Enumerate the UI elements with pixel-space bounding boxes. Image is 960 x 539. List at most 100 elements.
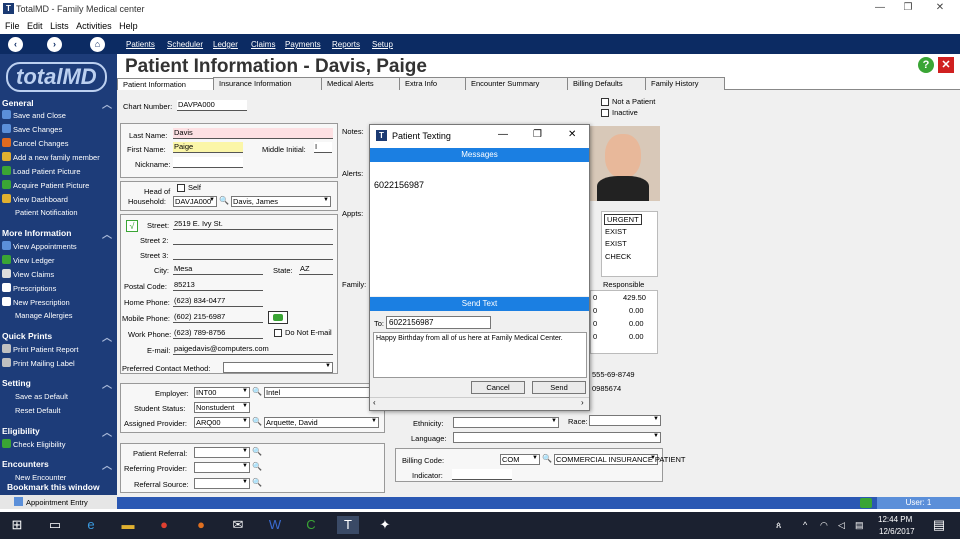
sidebar-new-prescription[interactable]: New Prescription bbox=[2, 297, 70, 307]
tray-chevron-icon[interactable]: ^ bbox=[803, 520, 807, 530]
edge-icon[interactable]: e bbox=[80, 516, 102, 534]
search-icon[interactable]: 🔍 bbox=[252, 447, 262, 456]
totalmd-taskbar-icon[interactable]: T bbox=[337, 516, 359, 534]
last-name-field[interactable]: Davis bbox=[173, 128, 333, 139]
dialog-minimize-button[interactable]: — bbox=[498, 129, 508, 140]
section-eligibility[interactable]: Eligibility ︿ bbox=[2, 426, 112, 439]
bookmark-window[interactable]: Bookmark this window bbox=[7, 482, 100, 492]
collapse-icon[interactable]: ︿ bbox=[102, 329, 112, 344]
preferred-contact-dropdown[interactable] bbox=[223, 362, 333, 373]
firefox-icon[interactable]: ● bbox=[190, 516, 212, 534]
windows-start-icon[interactable]: ⊞ bbox=[6, 516, 28, 534]
city-field[interactable]: Mesa bbox=[173, 264, 263, 275]
nav-setup[interactable]: Setup bbox=[372, 40, 393, 49]
employer-dropdown[interactable]: INT00 bbox=[194, 387, 250, 398]
sidebar-view-ledger[interactable]: View Ledger bbox=[2, 255, 55, 265]
menu-edit[interactable]: Edit bbox=[27, 21, 43, 31]
scroll-right-icon[interactable]: › bbox=[581, 398, 584, 407]
assigned-provider-dropdown[interactable]: ARQ00 bbox=[194, 417, 250, 428]
status-item[interactable]: CHECK bbox=[605, 252, 631, 261]
scroll-left-icon[interactable]: ‹ bbox=[373, 398, 376, 407]
messages-area[interactable]: 6022156987 bbox=[370, 162, 589, 296]
cancel-button[interactable]: Cancel bbox=[471, 381, 525, 394]
sidebar-print-label[interactable]: Print Mailing Label bbox=[2, 358, 75, 368]
middle-initial-field[interactable]: I bbox=[314, 142, 332, 153]
postal-code-field[interactable]: 85213 bbox=[173, 280, 263, 291]
restore-button[interactable]: ❐ bbox=[894, 2, 922, 16]
nav-scheduler[interactable]: Scheduler bbox=[167, 40, 203, 49]
close-form-icon[interactable]: ✕ bbox=[938, 57, 954, 73]
keyboard-icon[interactable]: ▤ bbox=[855, 520, 864, 531]
nav-payments[interactable]: Payments bbox=[285, 40, 321, 49]
menu-activities[interactable]: Activities bbox=[76, 21, 112, 31]
home-icon[interactable]: ⌂ bbox=[90, 37, 105, 52]
sidebar-view-appointments[interactable]: View Appointments bbox=[2, 241, 77, 251]
section-general[interactable]: General ︿ bbox=[2, 98, 112, 111]
status-item[interactable]: EXIST bbox=[605, 227, 627, 236]
not-patient-checkbox[interactable] bbox=[601, 98, 609, 106]
first-name-field[interactable]: Paige bbox=[173, 142, 243, 153]
mobile-phone-field[interactable]: (602) 215-6987 bbox=[173, 312, 263, 323]
state-field[interactable]: AZ bbox=[299, 264, 333, 275]
chrome-icon[interactable]: ● bbox=[153, 516, 175, 534]
tab-extra-info[interactable]: Extra Info bbox=[399, 77, 467, 90]
app-icon-extra[interactable]: ✦ bbox=[374, 516, 396, 534]
sidebar-new-encounter[interactable]: New Encounter bbox=[15, 473, 66, 482]
verify-check-icon[interactable]: √ bbox=[126, 220, 138, 232]
tab-encounter-summary[interactable]: Encounter Summary bbox=[465, 77, 569, 90]
street3-field[interactable] bbox=[173, 249, 333, 260]
section-setting[interactable]: Setting ︿ bbox=[2, 378, 112, 391]
send-button[interactable]: Send bbox=[532, 381, 586, 394]
section-quick-prints[interactable]: Quick Prints ︿ bbox=[2, 331, 112, 344]
no-email-checkbox[interactable] bbox=[274, 329, 282, 337]
sidebar-save-changes[interactable]: Save Changes bbox=[2, 124, 62, 134]
language-dropdown[interactable] bbox=[453, 432, 661, 443]
street2-field[interactable] bbox=[173, 234, 333, 245]
message-status-icon[interactable] bbox=[860, 498, 872, 508]
tab-patient-information[interactable]: Patient Information bbox=[117, 78, 215, 90]
sidebar-patient-notification[interactable]: Patient Notification bbox=[15, 208, 78, 217]
sidebar-check-eligibility[interactable]: Check Eligibility bbox=[2, 439, 66, 449]
network-icon[interactable]: ◠ bbox=[820, 520, 828, 531]
dialog-close-button[interactable]: ✕ bbox=[568, 129, 576, 140]
action-center-icon[interactable]: ▤ bbox=[928, 516, 950, 534]
street-field[interactable]: 2519 E. Ivy St. bbox=[173, 219, 333, 230]
status-list[interactable]: URGENT EXIST EXIST CHECK bbox=[601, 211, 658, 277]
sidebar-acquire-picture[interactable]: Acquire Patient Picture bbox=[2, 180, 89, 190]
dialog-restore-button[interactable]: ❐ bbox=[533, 129, 542, 140]
collapse-icon[interactable]: ︿ bbox=[102, 96, 112, 111]
email-field[interactable]: paigedavis@computers.com bbox=[173, 344, 333, 355]
collapse-icon[interactable]: ︿ bbox=[102, 424, 112, 439]
search-icon[interactable]: 🔍 bbox=[252, 387, 262, 396]
mail-icon[interactable]: ✉ bbox=[227, 516, 249, 534]
menu-file[interactable]: File bbox=[5, 21, 20, 31]
search-icon[interactable]: 🔍 bbox=[252, 478, 262, 487]
nav-patients[interactable]: Patients bbox=[126, 40, 155, 49]
word-icon[interactable]: W bbox=[264, 516, 286, 534]
volume-icon[interactable]: ◁ bbox=[838, 520, 845, 531]
ethnicity-dropdown[interactable] bbox=[453, 417, 559, 428]
referring-provider-dropdown[interactable] bbox=[194, 462, 250, 473]
self-checkbox[interactable] bbox=[177, 184, 185, 192]
tab-insurance-information[interactable]: Insurance Information bbox=[213, 77, 323, 90]
back-icon[interactable]: ‹ bbox=[8, 37, 23, 52]
nickname-field[interactable] bbox=[173, 157, 243, 168]
collapse-icon[interactable]: ︿ bbox=[102, 457, 112, 472]
minimize-button[interactable]: — bbox=[866, 2, 894, 16]
tab-billing-defaults[interactable]: Billing Defaults bbox=[567, 77, 651, 90]
sidebar-load-picture[interactable]: Load Patient Picture bbox=[2, 166, 81, 176]
tab-family-history[interactable]: Family History bbox=[645, 77, 725, 90]
nav-reports[interactable]: Reports bbox=[332, 40, 360, 49]
nav-claims[interactable]: Claims bbox=[251, 40, 275, 49]
sidebar-reset-default[interactable]: Reset Default bbox=[15, 406, 60, 415]
indicator-field[interactable] bbox=[452, 469, 512, 480]
people-icon[interactable]: ጰ bbox=[776, 520, 781, 531]
sidebar-cancel-changes[interactable]: Cancel Changes bbox=[2, 138, 68, 148]
referral-source-dropdown[interactable] bbox=[194, 478, 250, 489]
sidebar-save-close[interactable]: Save and Close bbox=[2, 110, 66, 120]
forward-icon[interactable]: › bbox=[47, 37, 62, 52]
section-encounters[interactable]: Encounters ︿ bbox=[2, 459, 112, 472]
menu-lists[interactable]: Lists bbox=[50, 21, 69, 31]
race-dropdown[interactable] bbox=[589, 415, 661, 426]
search-icon[interactable]: 🔍 bbox=[219, 196, 229, 205]
